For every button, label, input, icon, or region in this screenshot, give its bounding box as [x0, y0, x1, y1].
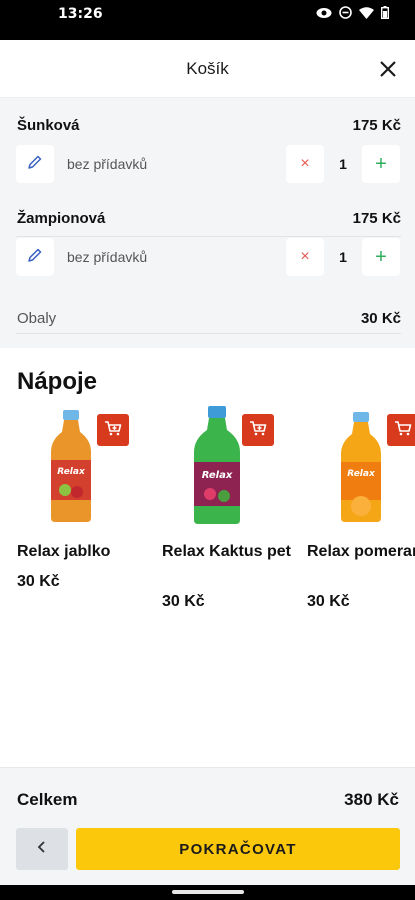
section-title: Nápoje: [17, 368, 98, 395]
svg-text:Relax: Relax: [57, 467, 86, 477]
pencil-icon: [27, 247, 43, 268]
packaging-label: Obaly: [17, 310, 57, 327]
edit-button[interactable]: [16, 145, 54, 183]
do-not-disturb-icon: [339, 6, 352, 24]
pencil-icon: [27, 154, 43, 175]
cart-item-price: 175 Kč: [352, 210, 401, 227]
cart-icon: [249, 420, 267, 441]
status-bar: 13:26: [0, 0, 415, 40]
edit-button[interactable]: [16, 238, 54, 276]
decrease-button[interactable]: ×: [286, 238, 324, 276]
increase-button[interactable]: +: [362, 238, 400, 276]
cart-item-quantity: 1: [339, 156, 347, 172]
svg-text:Relax: Relax: [202, 470, 233, 481]
eye-icon: [316, 6, 332, 24]
wifi-icon: [359, 6, 374, 24]
cart-items: Šunková 175 Kč bez přídavků × 1 + Žampio…: [0, 99, 415, 345]
product-price: 30 Kč: [162, 593, 205, 610]
navigation-bar: [0, 885, 415, 900]
home-gesture-handle[interactable]: [172, 890, 244, 894]
cart-item-price: 175 Kč: [352, 117, 401, 134]
add-to-cart-button[interactable]: [97, 414, 129, 446]
continue-button[interactable]: POKRAČOVAT: [76, 828, 400, 870]
divider: [16, 333, 401, 334]
close-icon[interactable]: [377, 58, 399, 80]
increase-button[interactable]: +: [362, 145, 400, 183]
battery-icon: [380, 6, 389, 24]
total-label: Celkem: [17, 790, 78, 809]
back-button[interactable]: [16, 828, 68, 870]
cart-item-name: Žampionová: [17, 210, 106, 227]
drinks-section: Nápoje Relax Relax jablko 30 Kč Relax Re…: [0, 348, 415, 768]
product-name: Relax pomeranč: [307, 543, 415, 560]
product-name: Relax Kaktus pet: [162, 543, 291, 560]
cart-icon: [104, 420, 122, 441]
svg-text:Relax: Relax: [347, 469, 376, 479]
cart-item-quantity: 1: [339, 249, 347, 265]
header: Košík: [0, 40, 415, 98]
product-price: 30 Kč: [307, 593, 350, 610]
chevron-left-icon: [37, 840, 47, 859]
product-name: Relax jablko: [17, 543, 111, 560]
cart-item-addons: bez přídavků: [67, 156, 148, 172]
cart-screen: Košík Šunková 175 Kč bez přídavků × 1 + …: [0, 40, 415, 885]
status-time: 13:26: [58, 6, 103, 22]
decrease-button[interactable]: ×: [286, 145, 324, 183]
page-title: Košík: [186, 59, 229, 78]
add-to-cart-button[interactable]: [242, 414, 274, 446]
cart-icon: [394, 420, 412, 441]
product-price: 30 Kč: [17, 573, 60, 590]
add-to-cart-button[interactable]: [387, 414, 415, 446]
packaging-price: 30 Kč: [360, 310, 401, 327]
status-icons: [316, 6, 389, 24]
cart-item-addons: bez přídavků: [67, 249, 148, 265]
footer: Celkem 380 Kč POKRAČOVAT: [0, 767, 415, 885]
divider: [16, 236, 401, 237]
total-value: 380 Kč: [344, 790, 399, 809]
cart-item-name: Šunková: [17, 117, 80, 134]
